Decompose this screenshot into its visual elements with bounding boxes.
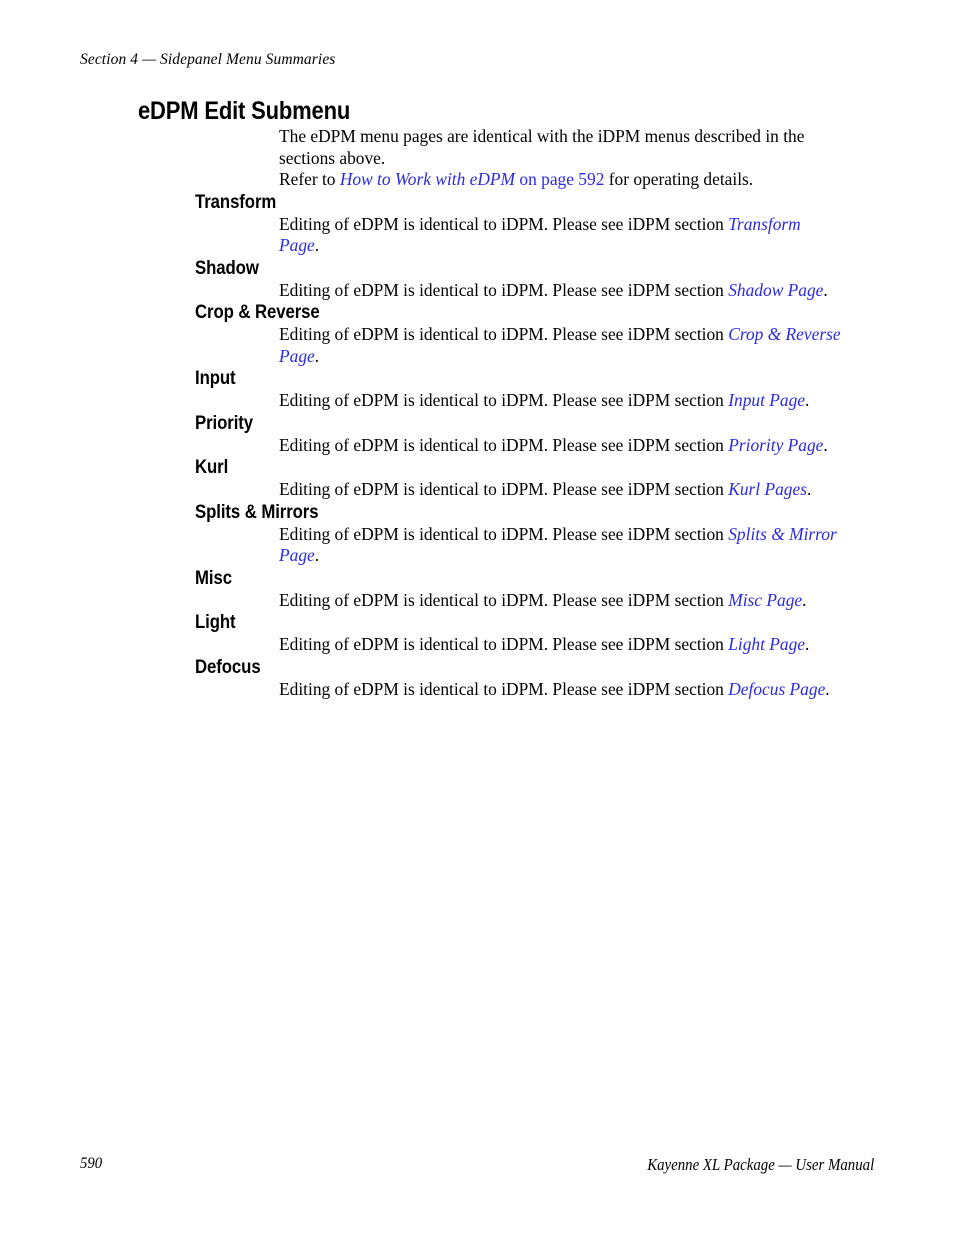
page-title: eDPM Edit Submenu (138, 97, 351, 125)
section-body-priority: Editing of eDPM is identical to iDPM. Pl… (279, 435, 841, 457)
section-body-defocus: Editing of eDPM is identical to iDPM. Pl… (279, 679, 841, 701)
intro-prefix: Refer to (279, 169, 340, 189)
body-prefix: Editing of eDPM is identical to iDPM. Pl… (279, 479, 729, 499)
section-heading-shadow: Shadow (195, 256, 259, 279)
footer-page-number: 590 (80, 1155, 103, 1172)
intro-paragraph-1: The eDPM menu pages are identical with t… (279, 126, 805, 168)
body-suffix: . (823, 279, 828, 300)
body-prefix: Editing of eDPM is identical to iDPM. Pl… (279, 213, 729, 234)
cross-reference-page: on page 592 (515, 169, 605, 189)
cross-reference-link-shadow-page[interactable]: Shadow Page (728, 280, 823, 300)
cross-reference-link-how-to-work-with-edpm[interactable]: How to Work with eDPM on page 592 (340, 169, 605, 189)
section-heading-transform: Transform (195, 190, 277, 213)
footer-manual-title: Kayenne XL Package — User Manual (647, 1155, 874, 1174)
cross-reference-link-light-page[interactable]: Light Page (728, 634, 805, 654)
body-prefix: Editing of eDPM is identical to iDPM. Pl… (279, 678, 729, 699)
body-suffix: . (825, 678, 830, 699)
section-heading-light: Light (195, 611, 236, 633)
section-heading-misc: Misc (195, 566, 232, 589)
body-suffix: . (823, 434, 828, 455)
body-prefix: Editing of eDPM is identical to iDPM. Pl… (279, 390, 729, 410)
body-suffix: . (314, 345, 320, 366)
body-suffix: . (314, 235, 320, 255)
body-suffix: . (806, 479, 812, 499)
body-prefix: Editing of eDPM is identical to iDPM. Pl… (279, 324, 729, 344)
running-header: Section 4 — Sidepanel Menu Summaries (80, 51, 336, 68)
section-body-shadow: Editing of eDPM is identical to iDPM. Pl… (279, 280, 841, 302)
section-body-light: Editing of eDPM is identical to iDPM. Pl… (279, 634, 841, 656)
section-body-input: Editing of eDPM is identical to iDPM. Pl… (279, 390, 841, 412)
body-prefix: Editing of eDPM is identical to iDPM. Pl… (279, 434, 729, 455)
section-body-crop-reverse: Editing of eDPM is identical to iDPM. Pl… (279, 324, 841, 367)
section-body-transform: Editing of eDPM is identical to iDPM. Pl… (279, 214, 841, 257)
cross-reference-title: How to Work with eDPM (339, 169, 516, 189)
cross-reference-link-defocus-page[interactable]: Defocus Page (728, 679, 825, 699)
body-suffix: . (314, 545, 320, 565)
intro-suffix: for operating details. (604, 169, 754, 189)
section-body-splits-mirrors: Editing of eDPM is identical to iDPM. Pl… (279, 524, 841, 567)
page-content: eDPM Edit Submenu The eDPM menu pages ar… (0, 96, 954, 700)
cross-reference-link-misc-page[interactable]: Misc Page (728, 590, 802, 610)
section-body-misc: Editing of eDPM is identical to iDPM. Pl… (279, 590, 841, 612)
body-prefix: Editing of eDPM is identical to iDPM. Pl… (279, 279, 729, 300)
body-suffix: . (802, 589, 807, 610)
body-prefix: Editing of eDPM is identical to iDPM. Pl… (279, 523, 729, 544)
section-heading-kurl: Kurl (195, 456, 229, 478)
cross-reference-link-kurl-pages[interactable]: Kurl Pages (728, 479, 807, 499)
section-heading-priority: Priority (195, 411, 254, 434)
section-body-kurl: Editing of eDPM is identical to iDPM. Pl… (279, 479, 841, 501)
cross-reference-link-priority-page[interactable]: Priority Page (728, 435, 823, 455)
section-heading-input: Input (195, 367, 236, 389)
section-heading-defocus: Defocus (195, 655, 261, 678)
cross-reference-link-input-page[interactable]: Input Page (728, 390, 805, 410)
body-prefix: Editing of eDPM is identical to iDPM. Pl… (279, 634, 729, 654)
body-suffix: . (805, 390, 810, 410)
section-heading-crop-reverse: Crop & Reverse (195, 301, 320, 323)
document-page: Section 4 — Sidepanel Menu Summaries eDP… (0, 0, 954, 1235)
body-prefix: Editing of eDPM is identical to iDPM. Pl… (279, 589, 729, 610)
intro-paragraph-2: Refer to How to Work with eDPM on page 5… (279, 169, 841, 191)
page-footer: 590 Kayenne XL Package — User Manual (80, 1155, 874, 1179)
body-suffix: . (805, 634, 810, 654)
section-heading-splits-mirrors: Splits & Mirrors (195, 500, 319, 523)
